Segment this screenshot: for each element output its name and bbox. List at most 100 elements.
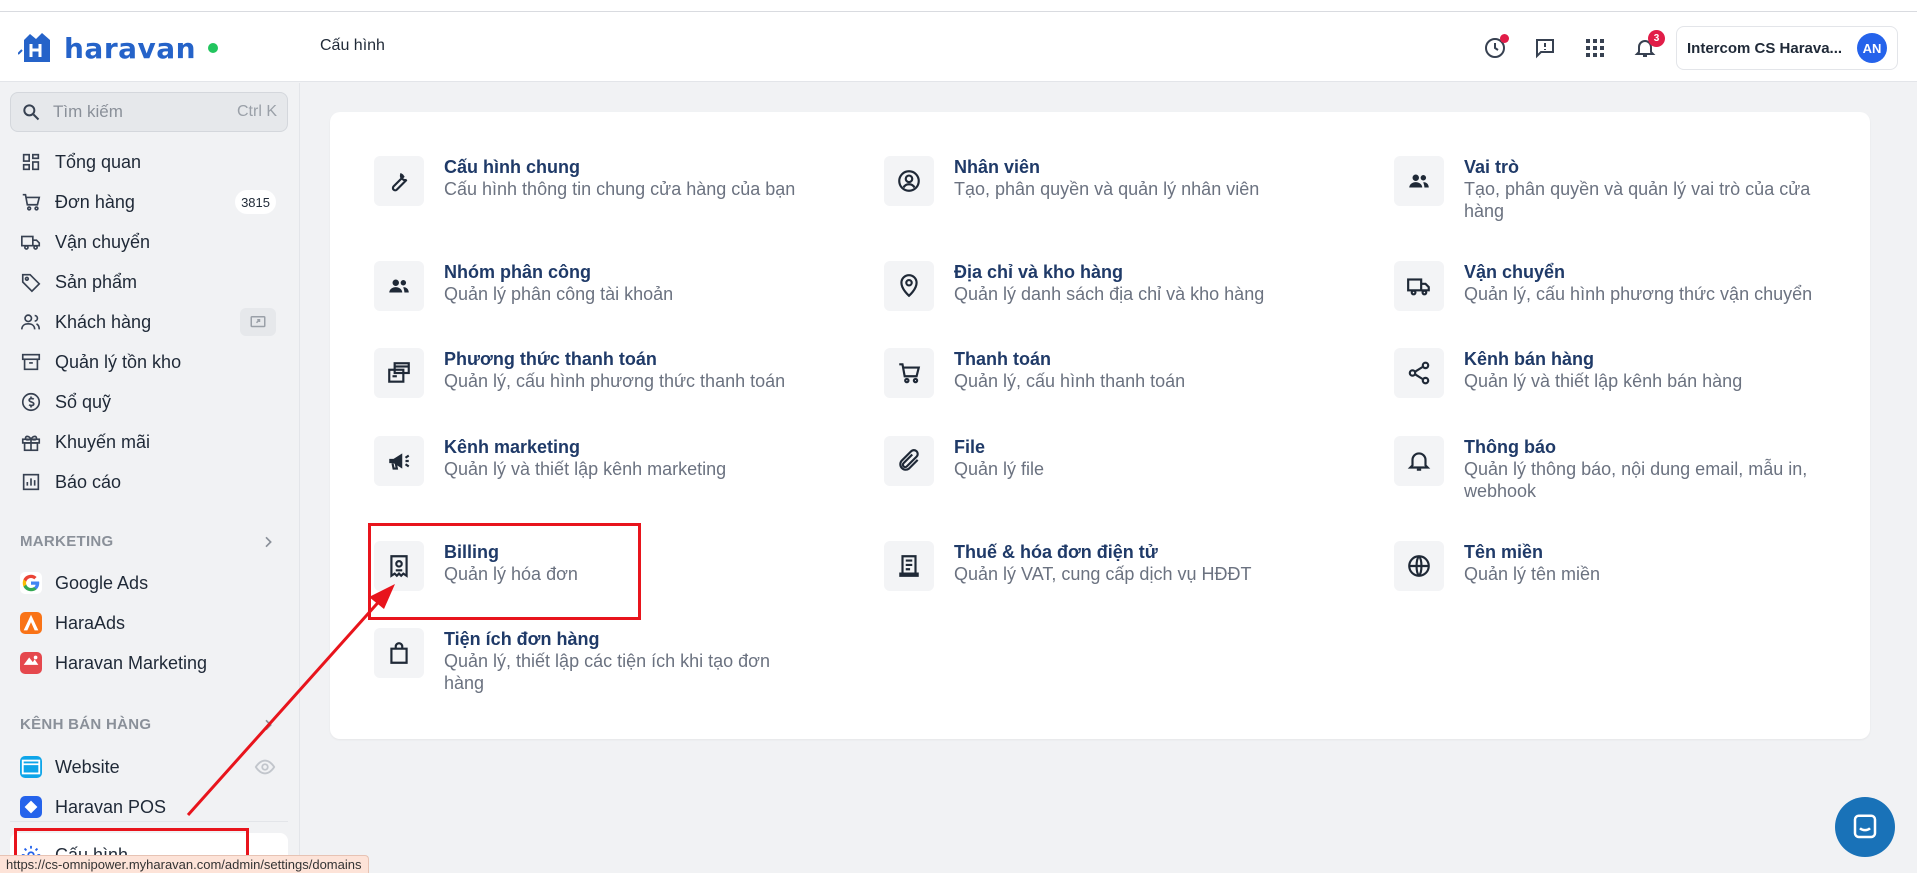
user-circle-icon (898, 170, 920, 192)
setting-icon-box (1394, 541, 1444, 591)
haravan-logo-icon (18, 33, 50, 62)
top-header: haravan Cấu hình 3 Intercom CS Harava...… (0, 12, 1917, 82)
setting-title: Địa chỉ và kho hàng (954, 262, 1124, 282)
setting-title: Phương thức thanh toán (444, 349, 657, 369)
notifications-button[interactable]: 3 (1629, 30, 1665, 64)
setting-desc: Quản lý và thiết lập kênh marketing (444, 459, 727, 479)
setting-notifications[interactable]: Thông báo Quản lý thông báo, nội dung ema… (1394, 436, 1844, 502)
setting-desc: Tạo, phân quyền và quản lý vai trò của c… (1464, 179, 1811, 221)
haravan-logo[interactable]: haravan (18, 30, 219, 66)
message-alert-icon (1536, 39, 1554, 59)
location-icon (900, 274, 918, 298)
channels-section-header[interactable]: KÊNH BÁN HÀNG (20, 716, 276, 733)
setting-icon-box (1394, 348, 1444, 398)
setting-desc: Quản lý thông báo, nội dung email, mẫu i… (1464, 459, 1808, 501)
setting-shipping[interactable]: Vận chuyển Quản lý, cấu hình phương thức … (1394, 261, 1844, 311)
sidebar-item-google-ads[interactable]: Google Ads (20, 566, 280, 600)
sidebar-item-haravan-pos[interactable]: Haravan POS (20, 790, 280, 824)
setting-icon-box (374, 348, 424, 398)
setting-icon-box (884, 261, 934, 311)
google-icon (20, 572, 42, 594)
sidebar-item-label: Quản lý tồn kho (55, 351, 182, 372)
setting-roles[interactable]: Vai trò Tạo, phân quyền và quản lý vai tr… (1394, 156, 1844, 222)
wrench-icon (391, 173, 408, 192)
apps-grid-icon (1586, 39, 1604, 57)
sidebar-item-products[interactable]: Sản phẩm (20, 265, 280, 299)
megaphone-icon (389, 453, 410, 470)
cash-icon (21, 392, 41, 412)
setting-marketing-channels[interactable]: Kênh marketing Quản lý và thiết lập kênh … (374, 436, 824, 486)
setting-desc: Tạo, phân quyền và quản lý nhân viên (954, 179, 1260, 199)
sidebar-item-cashbook[interactable]: Sổ quỹ (20, 385, 280, 419)
sync-status-button[interactable] (1479, 32, 1511, 64)
feedback-button[interactable] (1529, 32, 1561, 64)
setting-files[interactable]: File Quản lý file (884, 436, 1334, 486)
marketing-section-header[interactable]: MARKETING (20, 533, 276, 550)
setting-title: Vai trò (1464, 157, 1520, 177)
sidebar-item-overview[interactable]: Tổng quan (20, 145, 280, 179)
chat-button[interactable] (1835, 797, 1895, 857)
cart-icon (22, 193, 41, 211)
gift-icon (21, 435, 41, 452)
sidebar-item-haraads[interactable]: HaraAds (20, 606, 280, 640)
setting-checkout[interactable]: Thanh toán Quản lý, cấu hình thanh toán (884, 348, 1334, 398)
setting-desc: Quản lý file (954, 459, 1045, 479)
paperclip-icon (899, 449, 919, 471)
sidebar-item-label: HaraAds (55, 612, 126, 633)
logo-text: haravan (64, 31, 197, 65)
setting-title: Tiện ích đơn hàng (444, 629, 600, 649)
setting-desc: Quản lý danh sách địa chỉ và kho hàng (954, 284, 1265, 304)
setting-icon-box (374, 436, 424, 486)
setting-order-utilities[interactable]: Tiện ích đơn hàng Quản lý, thiết lập các … (374, 628, 804, 694)
sidebar-item-customers[interactable]: Khách hàng (20, 305, 280, 339)
setting-locations[interactable]: Địa chỉ và kho hàng Quản lý danh sách địa… (884, 261, 1334, 311)
sidebar-divider (10, 821, 288, 822)
sidebar-item-reports[interactable]: Báo cáo (20, 465, 280, 499)
sidebar-item-website[interactable]: Website (20, 750, 280, 784)
bag-icon (390, 642, 408, 664)
status-bar-url: https://cs-omnipower.myharavan.com/admin… (0, 855, 369, 873)
account-menu[interactable]: Intercom CS Harava... AN (1676, 26, 1898, 70)
account-name: Intercom CS Harava... (1687, 39, 1843, 57)
setting-icon-box (884, 348, 934, 398)
sidebar-item-inventory[interactable]: Quản lý tồn kho (20, 345, 280, 379)
setting-assignment-groups[interactable]: Nhóm phân công Quản lý phân công tài khoả… (374, 261, 824, 311)
sidebar-item-haravan-marketing[interactable]: Haravan Marketing (20, 646, 280, 680)
share-icon (1408, 361, 1430, 385)
setting-title: File (954, 437, 986, 457)
setting-title: Kênh marketing (444, 437, 581, 457)
globe-icon (1408, 555, 1430, 577)
setting-sales-channels[interactable]: Kênh bán hàng Quản lý và thiết lập kênh b… (1394, 348, 1844, 398)
setting-domains[interactable]: Tên miền Quản lý tên miền (1394, 541, 1844, 591)
order-count-badge: 3815 (235, 190, 276, 214)
setting-desc: Cấu hình thông tin chung cửa hàng của bạ… (444, 179, 796, 199)
setting-general[interactable]: Cấu hình chung Cấu hình thông tin chung c… (374, 156, 824, 206)
sidebar-item-shipping[interactable]: Vận chuyển (20, 225, 280, 259)
chat-icon (1853, 814, 1877, 839)
bell-icon (1407, 452, 1431, 471)
apps-button[interactable] (1579, 32, 1611, 64)
eye-icon[interactable] (254, 756, 276, 778)
sidebar-item-label: Báo cáo (55, 471, 122, 492)
sidebar-item-label: Sổ quỹ (55, 391, 112, 412)
people-icon (1409, 174, 1429, 188)
pos-icon (20, 796, 42, 818)
sidebar-item-promotions[interactable]: Khuyến mãi (20, 425, 280, 459)
sidebar-item-orders[interactable]: Đơn hàng 3815 (20, 185, 280, 219)
search-placeholder: Tìm kiếm (53, 102, 123, 121)
marketing-section-title: MARKETING (20, 533, 114, 550)
sidebar: Tìm kiếm Ctrl K Tổng quan Đơn hàng 3815 … (0, 83, 300, 873)
setting-title: Nhân viên (954, 157, 1041, 177)
haravan-marketing-icon (20, 652, 42, 674)
notification-count-badge: 3 (1648, 30, 1665, 47)
setting-title: Thuế & hóa đơn điện tử (954, 542, 1158, 562)
setting-payment-methods[interactable]: Phương thức thanh toán Quản lý, cấu hình … (374, 348, 824, 398)
setting-tax-einvoice[interactable]: Thuế & hóa đơn điện tử Quản lý VAT, cung … (884, 541, 1334, 591)
customer-screen-button[interactable] (240, 308, 276, 336)
setting-desc: Quản lý, cấu hình phương thức thanh toán (444, 371, 786, 391)
search-input[interactable]: Tìm kiếm Ctrl K (10, 92, 288, 132)
setting-title: Vận chuyển (1464, 262, 1566, 282)
setting-icon-box (1394, 436, 1444, 486)
setting-staff[interactable]: Nhân viên Tạo, phân quyền và quản lý nhân… (884, 156, 1334, 206)
setting-icon-box (374, 628, 424, 678)
